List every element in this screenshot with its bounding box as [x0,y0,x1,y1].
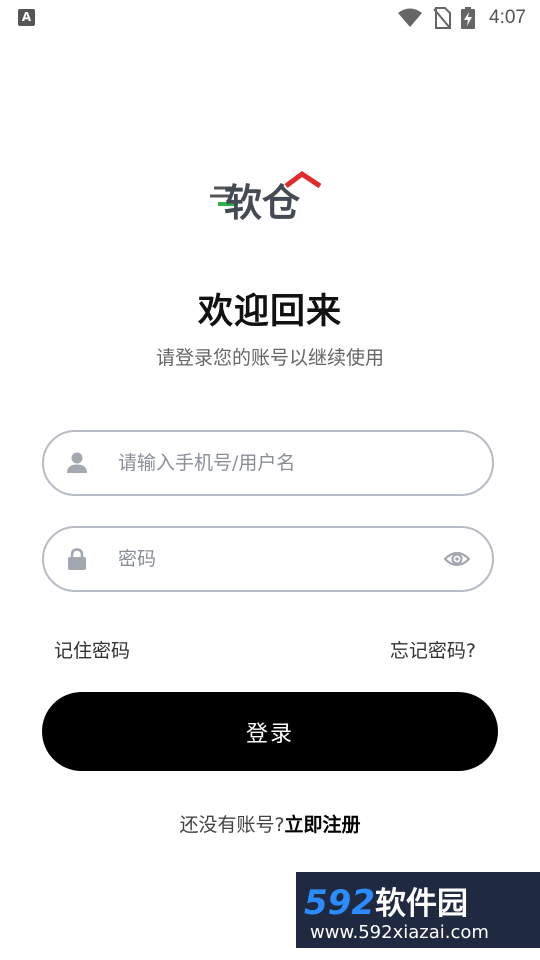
status-icons: 4:07 [397,6,526,30]
signup-prompt: 还没有账号? [179,814,285,836]
status-bar: A 4:07 [0,0,540,36]
lock-icon [68,548,86,570]
logo-text: 软仓 [224,181,301,225]
remember-password-option[interactable]: 记住密码 [54,636,130,663]
signup-link[interactable]: 立即注册 [285,814,361,836]
eye-icon[interactable] [444,548,470,570]
login-screen: A 4:07 软仓 欢迎回来 请登录您的账号以继续使用 请输入手机号/用户名 记… [0,0,540,960]
signup-row: 还没有账号?立即注册 [0,810,540,837]
watermark-brand-text: 软件园 [374,886,468,922]
login-button[interactable]: 登录 [42,692,498,771]
password-input[interactable] [118,528,418,590]
site-watermark: 592软件园 www.592xiazai.com [296,872,540,948]
password-field[interactable] [42,526,494,592]
username-input[interactable] [118,432,418,494]
user-icon [67,452,87,473]
app-logo: 软仓 [210,170,322,225]
wifi-icon [398,8,423,27]
watermark-brand-number: 592 [304,883,375,923]
page-subtitle: 请登录您的账号以继续使用 [155,347,384,369]
forgot-password-link[interactable]: 忘记密码? [390,636,476,663]
watermark-url: www.592xiazai.com [310,922,489,943]
battery-charging-icon [461,7,476,29]
no-sim-icon [433,7,452,29]
page-title: 欢迎回来 [197,292,342,332]
status-time: 4:07 [489,7,526,28]
app-notification-icon: A [18,9,35,26]
watermark-brand: 592软件园 [304,878,468,923]
username-field[interactable] [42,430,494,496]
